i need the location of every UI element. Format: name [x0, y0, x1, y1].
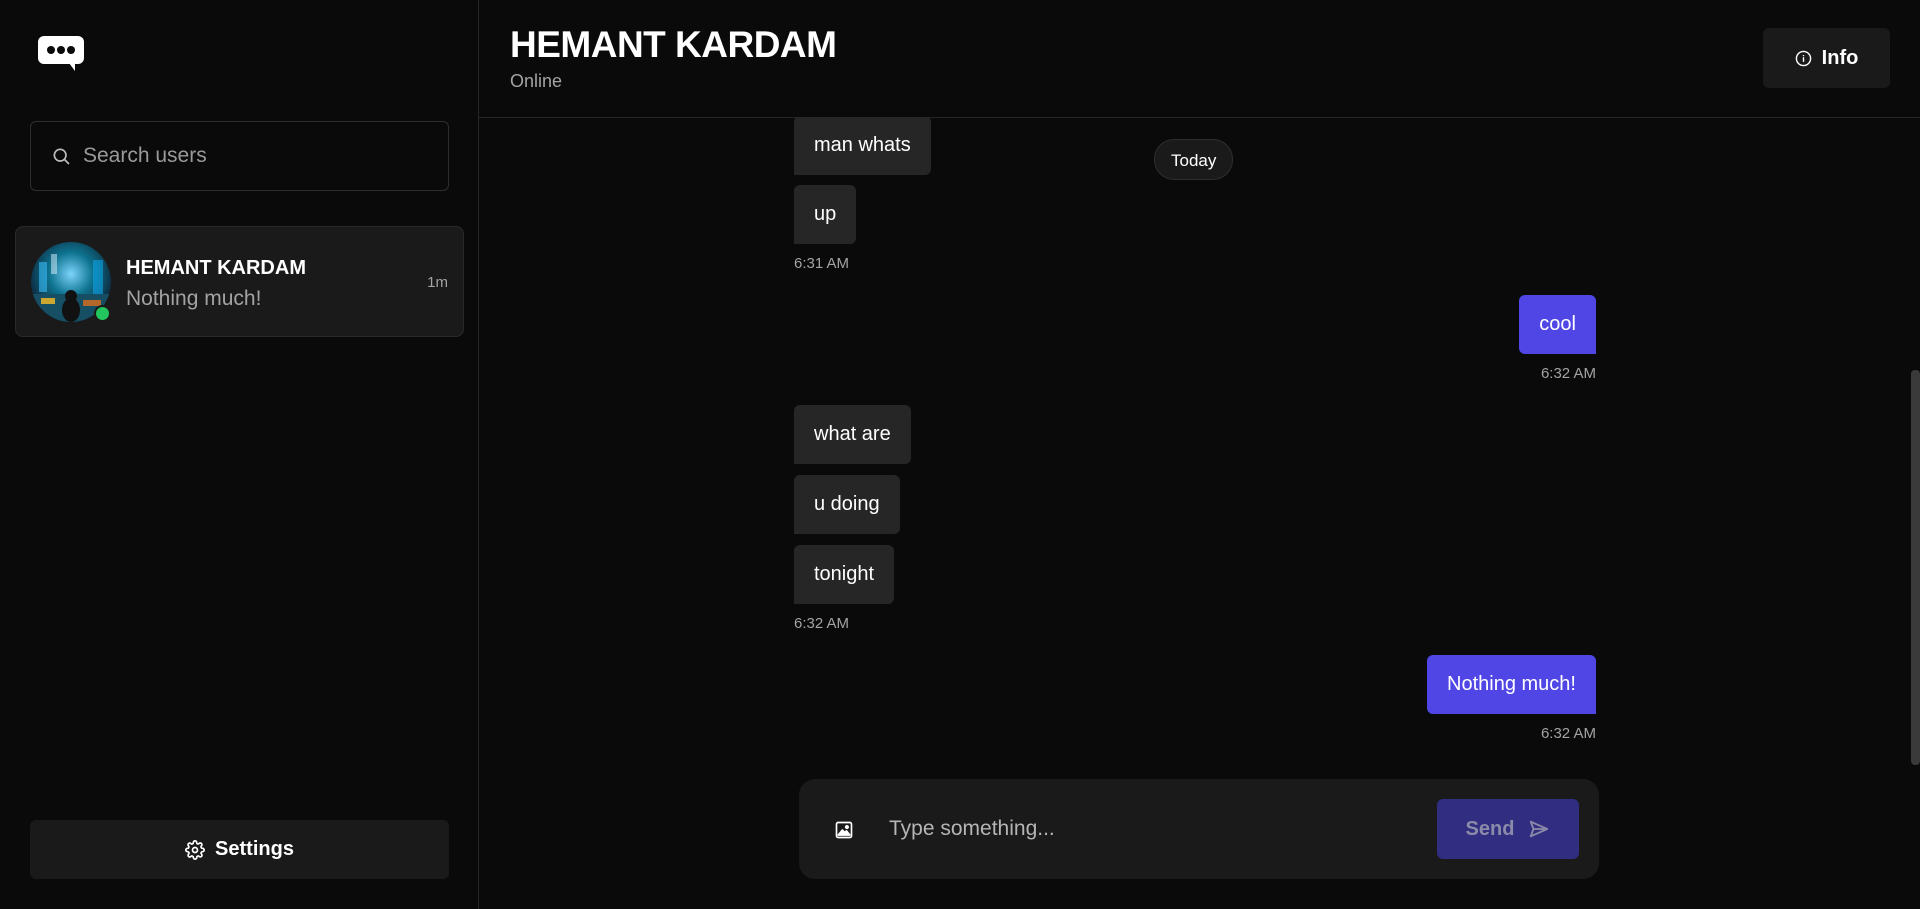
- chat-logo-icon: [37, 33, 85, 73]
- search-icon: [53, 148, 70, 165]
- send-icon: [1530, 820, 1549, 838]
- message-input[interactable]: [889, 809, 1409, 849]
- settings-gear-icon: [185, 839, 205, 860]
- scrollbar-thumb[interactable]: [1911, 370, 1920, 765]
- message-composer: Send: [799, 779, 1599, 879]
- settings-label: Settings: [215, 838, 294, 860]
- online-status-indicator: [94, 305, 111, 322]
- date-divider: Today: [1154, 139, 1234, 180]
- info-button[interactable]: Info: [1763, 28, 1890, 88]
- conversation-last-message: Nothing much!: [126, 287, 262, 310]
- message-timestamp: 6:32 AM: [1540, 365, 1596, 382]
- send-label: Send: [1465, 817, 1515, 840]
- image-icon: [835, 821, 853, 839]
- send-button[interactable]: Send: [1437, 799, 1579, 859]
- chat-header: HEMANT KARDAM Online Info: [479, 0, 1920, 118]
- message-bubble-incoming: man whats: [794, 118, 931, 175]
- attach-image-button[interactable]: [834, 820, 854, 840]
- page-title: HEMANT KARDAM: [510, 24, 837, 65]
- settings-button[interactable]: Settings: [30, 820, 449, 879]
- info-label: Info: [1821, 46, 1859, 69]
- info-icon: [1795, 50, 1811, 66]
- message-bubble-outgoing: cool: [1519, 295, 1596, 354]
- conversation-time: 1m: [427, 274, 448, 291]
- message-bubble-incoming: tonight: [794, 545, 895, 604]
- conversation-item[interactable]: HEMANT KARDAM Nothing much! 1m: [15, 226, 464, 337]
- contact-status: Online: [510, 71, 563, 91]
- message-timestamp: 6:32 AM: [1540, 725, 1596, 742]
- chat-panel: HEMANT KARDAM Online Info man whats Toda…: [479, 0, 1920, 909]
- app-root: HEMANT KARDAM Nothing much! 1m Settings …: [0, 0, 1920, 909]
- search-input[interactable]: [83, 144, 413, 168]
- message-bubble-outgoing: Nothing much!: [1427, 655, 1596, 714]
- conversation-name: HEMANT KARDAM: [126, 257, 306, 279]
- message-bubble-incoming: u doing: [794, 475, 900, 534]
- message-timestamp: 6:31 AM: [794, 255, 850, 272]
- sidebar: HEMANT KARDAM Nothing much! 1m Settings: [0, 0, 479, 909]
- message-bubble-incoming: up: [794, 185, 857, 244]
- message-bubble-incoming: what are: [794, 405, 911, 464]
- search-box: [30, 121, 449, 191]
- message-timestamp: 6:32 AM: [794, 615, 850, 632]
